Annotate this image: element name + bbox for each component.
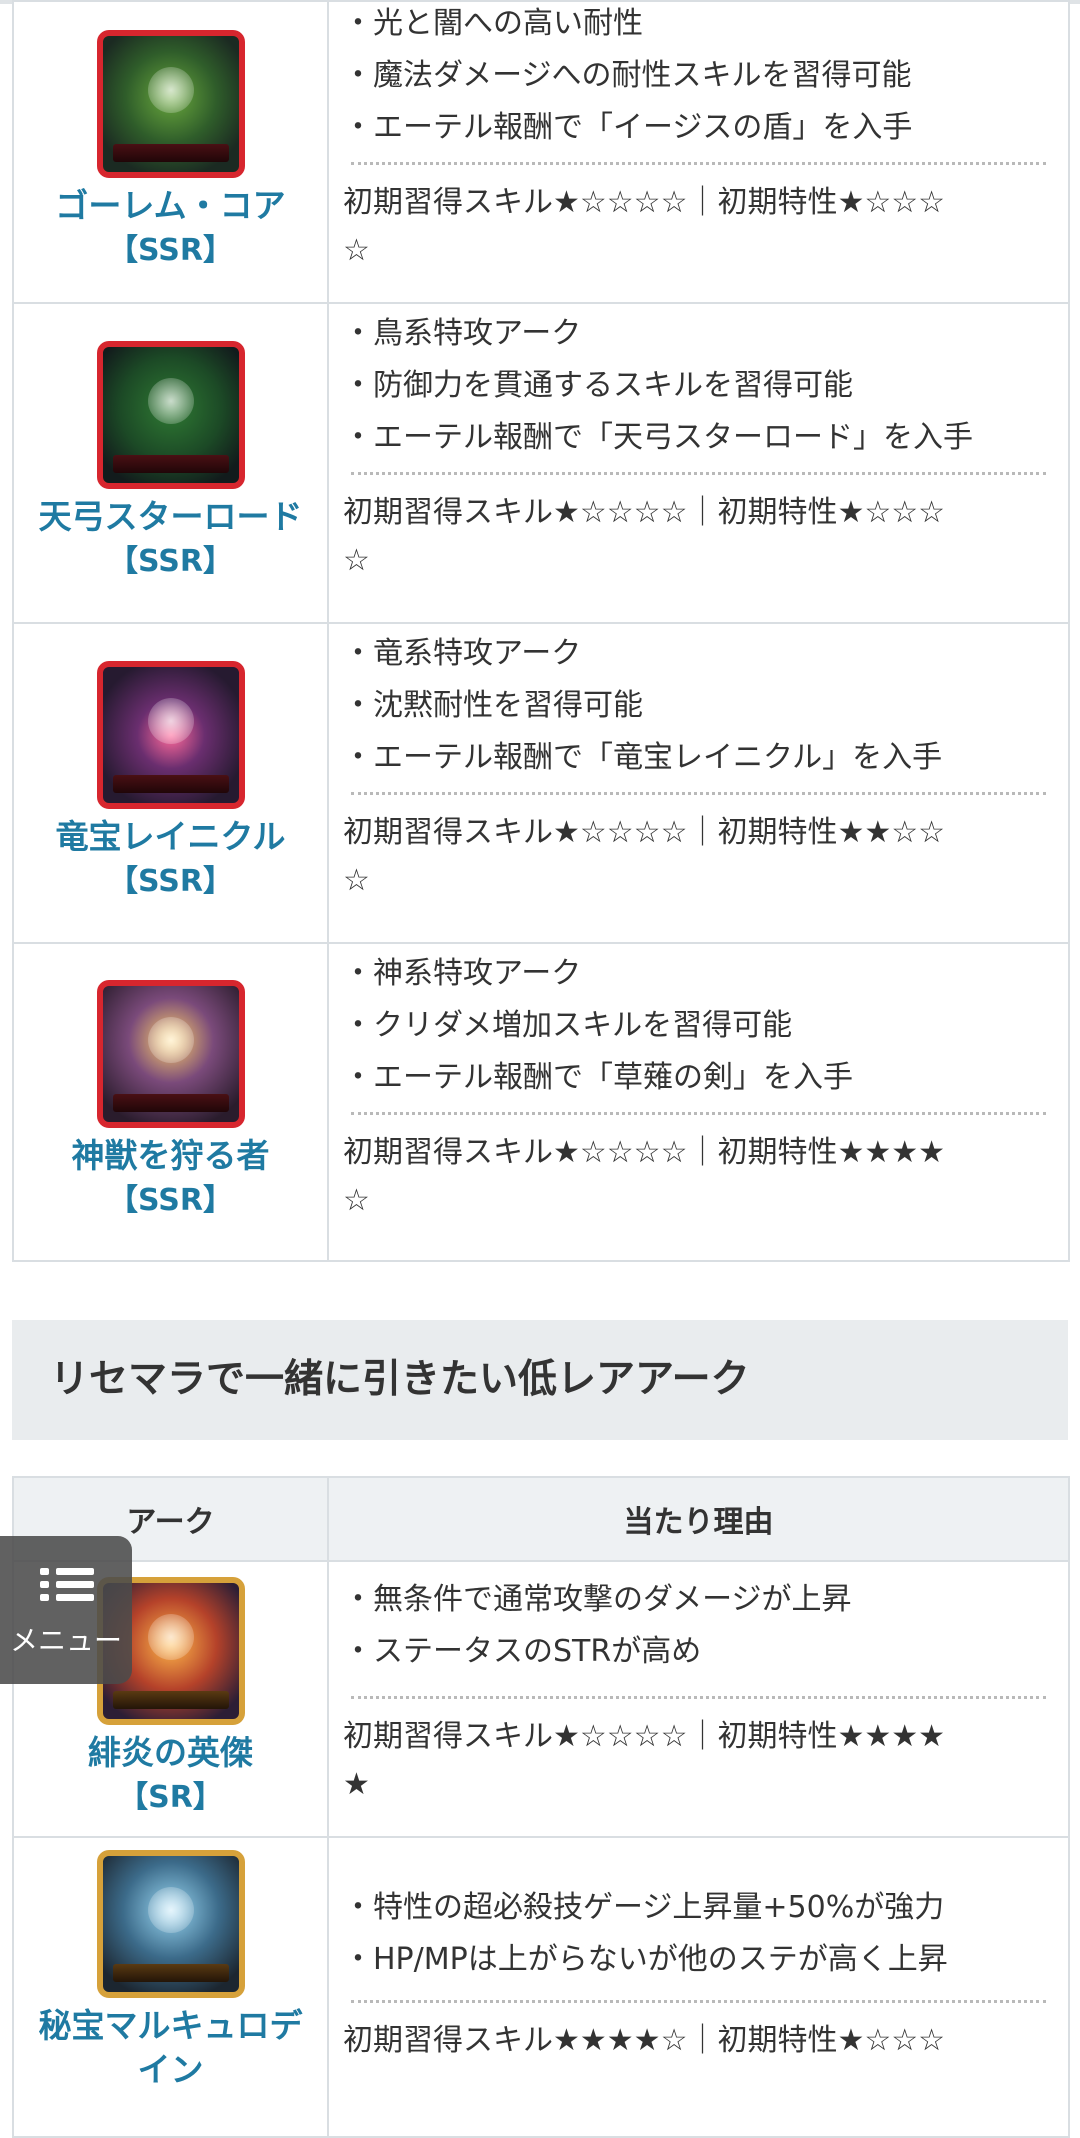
rating-text: 初期習得スキル★☆☆☆☆｜初期特性★★★★ ★ <box>343 1719 946 1802</box>
rating-text: 初期習得スキル★★★★☆｜初期特性★☆☆☆ <box>343 2023 946 2058</box>
dotted-divider <box>351 1112 1046 1115</box>
reason-cell: ・無条件で通常攻撃のダメージが上昇 ・ステータスのSTRが高め 初期習得スキル★… <box>327 1560 1070 1838</box>
table-row: 竜宝レイニクル 【SSR】 ・竜系特攻アーク ・沈黙耐性を習得可能 ・エーテル報… <box>12 622 1070 944</box>
dotted-divider <box>351 1696 1046 1699</box>
rating-text: 初期習得スキル★☆☆☆☆｜初期特性★☆☆☆ ☆ <box>343 185 946 268</box>
list-menu-icon <box>40 1568 94 1602</box>
reason-item: ・沈黙耐性を習得可能 <box>343 688 643 723</box>
arc-name-link[interactable]: ゴーレム・コア <box>14 184 327 228</box>
arc-rarity: 【SSR】 <box>108 544 233 579</box>
arc-cell: 秘宝マルキュロデ イン <box>12 1836 329 2138</box>
arc-rarity: 【SSR】 <box>108 864 233 899</box>
column-header-reason: 当たり理由 <box>327 1476 1070 1562</box>
arc-rarity: 【SSR】 <box>108 1183 233 1218</box>
reason-cell: ・光と闇への高い耐性 ・魔法ダメージへの耐性スキルを習得可能 ・エーテル報酬で「… <box>327 0 1070 304</box>
reason-item: ・特性の超必殺技ゲージ上昇量+50%が強力 <box>343 1890 945 1925</box>
arc-name-link[interactable]: 天弓スターロード <box>14 495 327 539</box>
reason-item: ・ステータスのSTRが高め <box>343 1634 702 1669</box>
table-row: 天弓スターロード 【SSR】 ・鳥系特攻アーク ・防御力を貫通するスキルを習得可… <box>12 302 1070 624</box>
arc-name-link[interactable]: 緋炎の英傑 <box>14 1731 327 1775</box>
reason-item: ・鳥系特攻アーク <box>343 316 582 351</box>
arc-cell: 竜宝レイニクル 【SSR】 <box>12 622 329 944</box>
menu-button[interactable]: メニュー <box>0 1536 132 1684</box>
arc-thumbnail[interactable] <box>96 341 245 489</box>
reason-item: ・無条件で通常攻撃のダメージが上昇 <box>343 1582 852 1617</box>
arc-rarity: 【SSR】 <box>108 233 233 268</box>
reason-item: ・エーテル報酬で「草薙の剣」を入手 <box>343 1060 853 1095</box>
reason-cell: ・神系特攻アーク ・クリダメ増加スキルを習得可能 ・エーテル報酬で「草薙の剣」を… <box>327 942 1070 1262</box>
table-row: ゴーレム・コア 【SSR】 ・光と闇への高い耐性 ・魔法ダメージへの耐性スキルを… <box>12 0 1070 304</box>
rating-text: 初期習得スキル★☆☆☆☆｜初期特性★★★★ ☆ <box>343 1135 946 1218</box>
section-heading: リセマラで一緒に引きたい低レアアーク <box>12 1320 1068 1440</box>
rating-text: 初期習得スキル★☆☆☆☆｜初期特性★★☆☆ ☆ <box>343 815 946 898</box>
arc-thumbnail[interactable] <box>96 30 245 178</box>
dotted-divider <box>351 792 1046 795</box>
reason-cell: ・鳥系特攻アーク ・防御力を貫通するスキルを習得可能 ・エーテル報酬で「天弓スタ… <box>327 302 1070 624</box>
ssr-arc-table: ゴーレム・コア 【SSR】 ・光と闇への高い耐性 ・魔法ダメージへの耐性スキルを… <box>12 0 1070 1262</box>
reason-item: ・エーテル報酬で「イージスの盾」を入手 <box>343 110 913 145</box>
reason-item: ・神系特攻アーク <box>343 956 582 991</box>
arc-thumbnail[interactable] <box>96 661 245 809</box>
arc-name-link[interactable]: 秘宝マルキュロデ <box>14 2004 327 2048</box>
arc-thumbnail[interactable] <box>96 1850 245 1998</box>
table-row: 緋炎の英傑 【SR】 ・無条件で通常攻撃のダメージが上昇 ・ステータスのSTRが… <box>12 1560 1070 1838</box>
arc-rarity: 【SR】 <box>118 1780 223 1815</box>
table-header-row: アーク 当たり理由 <box>12 1476 1070 1562</box>
reason-item: ・エーテル報酬で「竜宝レイニクル」を入手 <box>343 740 943 775</box>
reason-cell: ・特性の超必殺技ゲージ上昇量+50%が強力 ・HP/MPは上がらないが他のステが… <box>327 1836 1070 2138</box>
low-rarity-arc-table: アーク 当たり理由 緋炎の英傑 【SR】 ・無条件で通常攻撃のダメージが上昇 ・… <box>12 1476 1070 2138</box>
arc-cell: 天弓スターロード 【SSR】 <box>12 302 329 624</box>
arc-cell: ゴーレム・コア 【SSR】 <box>12 0 329 304</box>
reason-item: ・クリダメ増加スキルを習得可能 <box>343 1008 793 1043</box>
reason-item: ・HP/MPは上がらないが他のステが高く上昇 <box>343 1942 948 1977</box>
reason-cell: ・竜系特攻アーク ・沈黙耐性を習得可能 ・エーテル報酬で「竜宝レイニクル」を入手… <box>327 622 1070 944</box>
reason-item: ・エーテル報酬で「天弓スターロード」を入手 <box>343 420 973 455</box>
dotted-divider <box>351 2000 1046 2003</box>
menu-label: メニュー <box>9 1624 122 1657</box>
arc-name-link-continued[interactable]: イン <box>14 2048 327 2092</box>
table-row: 神獣を狩る者 【SSR】 ・神系特攻アーク ・クリダメ増加スキルを習得可能 ・エ… <box>12 942 1070 1262</box>
reason-item: ・光と闇への高い耐性 <box>343 6 643 41</box>
arc-name-link[interactable]: 神獣を狩る者 <box>14 1134 327 1178</box>
dotted-divider <box>351 162 1046 165</box>
reason-item: ・魔法ダメージへの耐性スキルを習得可能 <box>343 58 912 93</box>
dotted-divider <box>351 472 1046 475</box>
arc-name-link[interactable]: 竜宝レイニクル <box>14 815 327 859</box>
rating-text: 初期習得スキル★☆☆☆☆｜初期特性★☆☆☆ ☆ <box>343 495 946 578</box>
arc-thumbnail[interactable] <box>96 980 245 1128</box>
reason-item: ・竜系特攻アーク <box>343 636 582 671</box>
table-row: 秘宝マルキュロデ イン ・特性の超必殺技ゲージ上昇量+50%が強力 ・HP/MP… <box>12 1836 1070 2138</box>
reason-item: ・防御力を貫通するスキルを習得可能 <box>343 368 853 403</box>
arc-cell: 神獣を狩る者 【SSR】 <box>12 942 329 1262</box>
